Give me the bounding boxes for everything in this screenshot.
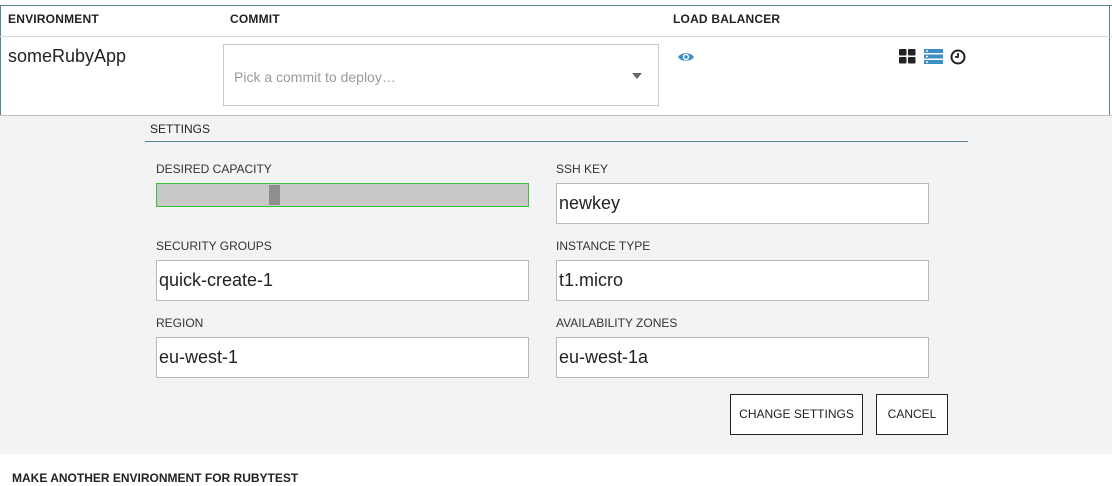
- settings-title: SETTINGS: [150, 122, 211, 136]
- desired-capacity-label: DESIRED CAPACITY: [156, 162, 272, 176]
- region-label: REGION: [156, 316, 204, 330]
- eye-icon[interactable]: [677, 50, 695, 64]
- ssh-key-label: SSH KEY: [556, 162, 609, 176]
- cancel-button[interactable]: CANCEL: [876, 394, 948, 435]
- chevron-down-icon: [632, 73, 642, 79]
- availability-zones-field[interactable]: eu-west-1a: [556, 337, 929, 378]
- ssh-key-field[interactable]: newkey: [556, 183, 929, 224]
- availability-zones-label: AVAILABILITY ZONES: [556, 316, 678, 330]
- change-settings-button[interactable]: CHANGE SETTINGS: [730, 394, 863, 435]
- region-field[interactable]: eu-west-1: [156, 337, 529, 378]
- commit-placeholder: Pick a commit to deploy…: [234, 69, 396, 85]
- grid-view-icon[interactable]: [899, 49, 916, 64]
- instance-type-label: INSTANCE TYPE: [556, 239, 651, 253]
- header-environment: ENVIRONMENT: [8, 12, 99, 26]
- make-another-environment-link[interactable]: MAKE ANOTHER ENVIRONMENT FOR RUBYTEST: [12, 471, 298, 485]
- table-right-border: [1109, 5, 1110, 115]
- header-separator: [0, 36, 1112, 37]
- list-view-icon[interactable]: [924, 49, 943, 64]
- table-left-border: [0, 5, 1, 115]
- desired-capacity-slider[interactable]: [156, 183, 529, 207]
- instance-type-field[interactable]: t1.micro: [556, 260, 929, 301]
- header-load-balancer: LOAD BALANCER: [673, 12, 781, 26]
- security-groups-label: SECURITY GROUPS: [156, 239, 272, 253]
- settings-panel: SETTINGS DESIRED CAPACITY SSH KEY newkey…: [0, 115, 1112, 454]
- environment-name: someRubyApp: [8, 46, 127, 66]
- header-commit: COMMIT: [230, 12, 280, 26]
- settings-divider: [145, 141, 968, 142]
- commit-select[interactable]: Pick a commit to deploy…: [223, 44, 659, 106]
- table-top-border: [0, 5, 1112, 6]
- clock-icon[interactable]: [950, 49, 966, 65]
- slider-thumb[interactable]: [269, 185, 280, 205]
- security-groups-field[interactable]: quick-create-1: [156, 260, 529, 301]
